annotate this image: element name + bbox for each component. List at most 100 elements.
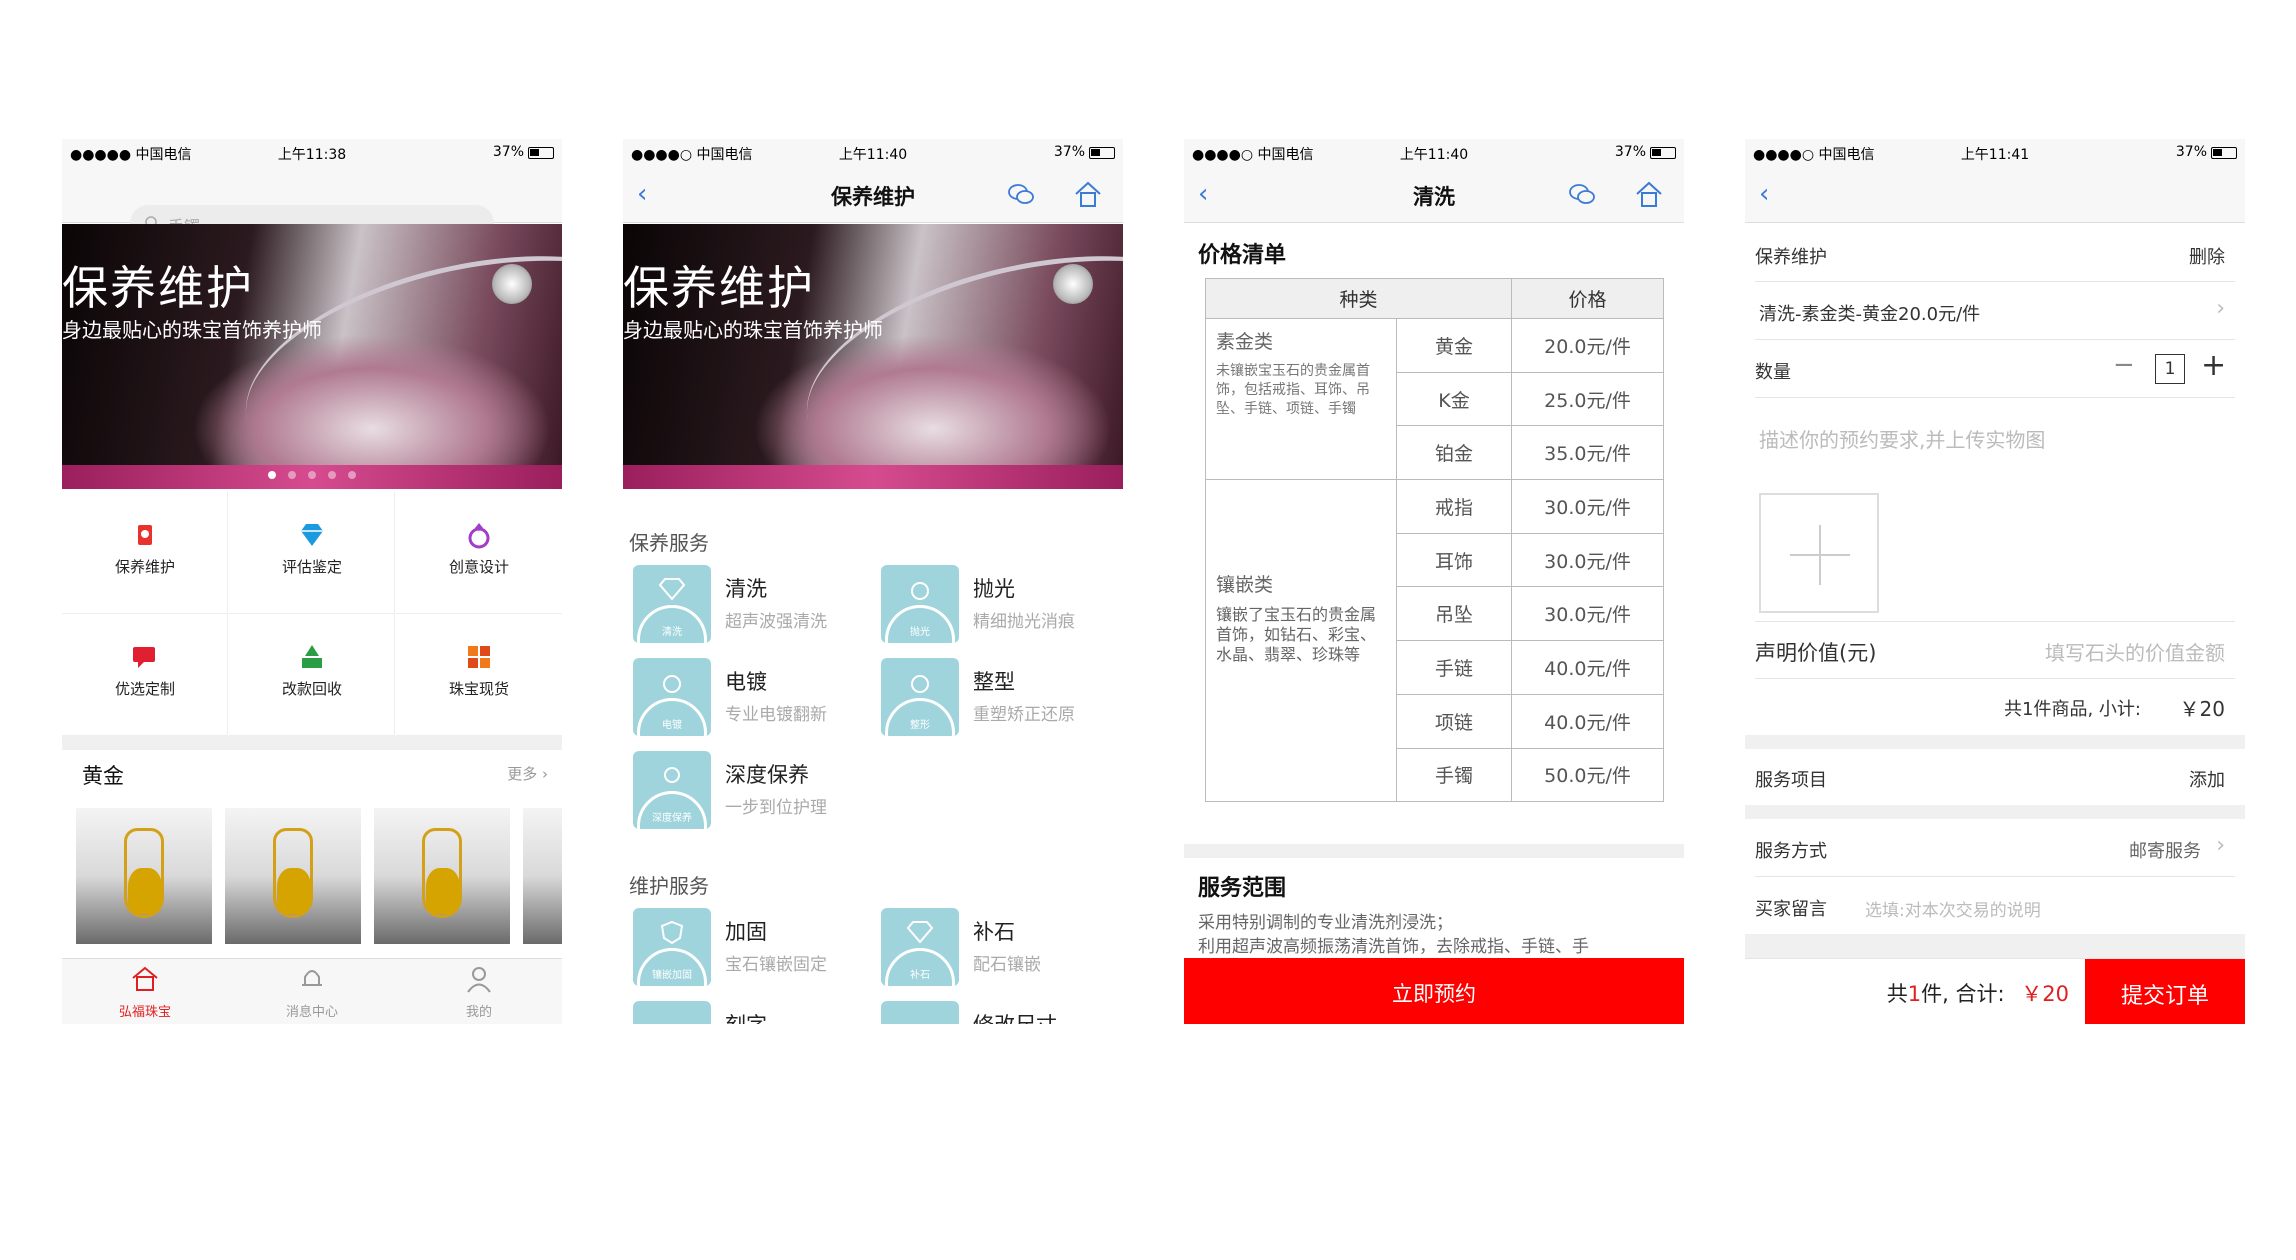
subtotal-row: 共1件商品, 小计: ￥20	[1755, 679, 2235, 735]
quantity-value[interactable]: 1	[2155, 354, 2185, 384]
service-reshape[interactable]: 整形 整型 重塑矫正还原	[873, 658, 1113, 740]
category-cell: 镶嵌类 镶嵌了宝玉石的贵金属首饰，如钻石、彩宝、水晶、翡翠、珍珠等	[1205, 479, 1397, 803]
service-plating[interactable]: 电镀 电镀 专业电镀翻新	[625, 658, 865, 740]
service-polish[interactable]: 抛光 抛光 精细抛光消痕	[873, 565, 1113, 647]
price-cell: 25.0元/件	[1511, 371, 1664, 427]
banner-title: 保养维护	[623, 261, 815, 315]
grid-item-design[interactable]: 创意设计	[396, 492, 562, 614]
grid-item-custom[interactable]: 优选定制	[62, 614, 228, 736]
battery-label: 37%	[1053, 144, 1085, 160]
tab-profile[interactable]: 我的	[396, 965, 562, 1020]
tab-label: 我的	[465, 1005, 492, 1020]
blocks-icon	[468, 646, 490, 668]
scope-line: 利用超声波高频振荡清洗首饰，去除戒指、手链、手	[1198, 937, 1589, 957]
book-now-button[interactable]: 立即预约	[1184, 958, 1684, 1024]
price-cell: 30.0元/件	[1511, 479, 1664, 534]
grid-item-appraisal[interactable]: 评估鉴定	[229, 492, 395, 614]
tab-messages[interactable]: 消息中心	[229, 965, 395, 1020]
total-suffix: 件, 合计:	[1921, 982, 2005, 1006]
service-reinforce[interactable]: 镶嵌加固 加固 宝石镶嵌固定	[625, 908, 865, 990]
service-method-value: 邮寄服务	[2129, 841, 2201, 862]
service-badge: 抛光	[910, 627, 930, 638]
product-thumb[interactable]	[76, 808, 212, 944]
scope-line: 采用特别调制的专业清洗剂浸洗；	[1198, 913, 1453, 933]
service-name: 清洗	[725, 577, 767, 601]
add-button[interactable]: 添加	[2189, 766, 2225, 792]
more-link[interactable]: 更多 ›	[507, 763, 548, 784]
home-icon[interactable]	[1634, 179, 1664, 209]
service-resize[interactable]: 修改尺寸	[873, 1001, 1113, 1024]
service-method-row[interactable]: 服务方式 邮寄服务 ›	[1755, 819, 2235, 877]
minus-icon[interactable]: −	[2113, 350, 2135, 380]
grid-item-stock[interactable]: 珠宝现货	[396, 614, 562, 736]
submit-order-button[interactable]: 提交订单	[2085, 959, 2245, 1024]
banner[interactable]: 保养维护 身边最贴心的珠宝首饰养护师	[623, 224, 1123, 489]
section-title: 黄金	[82, 764, 124, 788]
ring-icon	[911, 675, 929, 693]
service-item-row[interactable]: 清洗-素金类-黄金20.0元/件 ›	[1755, 282, 2235, 340]
page-title: 清洗	[1413, 185, 1455, 209]
search-bar-area: 手镯	[62, 167, 562, 241]
service-thumb	[633, 1001, 711, 1024]
quantity-label: 数量	[1755, 362, 1791, 383]
nav-bar: ‹ 保养维护	[623, 167, 1123, 223]
status-bar: ●●●●○ 中国电信 上午11:40 37%	[1184, 139, 1684, 167]
carousel-dots[interactable]	[62, 464, 562, 483]
description-input[interactable]: 描述你的预约要求,并上传实物图	[1759, 424, 2045, 453]
service-name: 补石	[973, 920, 1015, 944]
service-items-label: 服务项目	[1755, 770, 1827, 791]
plus-icon[interactable]: +	[2201, 348, 2226, 383]
item-cell: 耳饰	[1396, 532, 1512, 588]
total-summary: 共1件, 合计: ￥20	[1887, 978, 2069, 1008]
grid-item-recycle[interactable]: 改款回收	[229, 614, 395, 736]
service-engrave[interactable]: 刻字	[625, 1001, 865, 1024]
service-name: 整型	[973, 670, 1015, 694]
diamond-icon	[906, 921, 934, 944]
tab-home[interactable]: 弘福珠宝	[62, 965, 228, 1020]
service-thumb: 镶嵌加固	[633, 908, 711, 986]
banner[interactable]: 保养维护 身边最贴心的珠宝首饰养护师	[62, 224, 562, 489]
grid-label: 创意设计	[448, 558, 509, 576]
price-cell: 40.0元/件	[1511, 693, 1664, 749]
category-name: 素金类	[1216, 331, 1274, 353]
service-badge: 补石	[910, 970, 930, 981]
delete-button[interactable]: 删除	[2189, 243, 2225, 269]
table-row: 镶嵌类 镶嵌了宝玉石的贵金属首饰，如钻石、彩宝、水晶、翡翠、珍珠等 戒指 30.…	[1205, 479, 1664, 803]
service-stone[interactable]: 补石 补石 配石镶嵌	[873, 908, 1113, 990]
scope-text: 采用特别调制的专业清洗剂浸洗； 利用超声波高频振荡清洗首饰，去除戒指、手链、手	[1198, 911, 1678, 959]
service-name: 深度保养	[725, 763, 809, 787]
battery-icon	[1650, 147, 1676, 159]
product-thumb[interactable]	[225, 808, 361, 944]
item-cell: 戒指	[1396, 479, 1512, 534]
service-name: 电镀	[725, 670, 767, 694]
grid-label: 珠宝现货	[448, 680, 509, 698]
phone-heart-icon	[138, 525, 152, 545]
service-badge: 清洗	[662, 627, 682, 638]
wechat-icon[interactable]	[1007, 181, 1035, 207]
item-cell: 项链	[1396, 693, 1512, 749]
grid-label: 保养维护	[114, 558, 175, 576]
buyer-message-input[interactable]: 选填:对本次交易的说明	[1865, 896, 2041, 921]
product-thumb[interactable]	[523, 808, 562, 944]
back-icon[interactable]: ‹	[1759, 179, 1769, 209]
nav-bar: ‹ 清洗	[1184, 167, 1684, 223]
service-thumb: 电镀	[633, 658, 711, 736]
wechat-icon[interactable]	[1568, 181, 1596, 207]
add-image-button[interactable]	[1759, 493, 1879, 613]
declared-input[interactable]: 填写石头的价值金额	[2045, 637, 2225, 666]
service-clean[interactable]: 清洗 清洗 超声波强清洗	[625, 565, 865, 647]
service-desc: 精细抛光消痕	[973, 612, 1075, 632]
service-name: 加固	[725, 920, 767, 944]
tab-label: 弘福珠宝	[118, 1005, 171, 1020]
home-icon[interactable]	[1073, 179, 1103, 209]
product-thumb[interactable]	[374, 808, 510, 944]
status-bar: ●●●●○ 中国电信 上午11:40 37%	[623, 139, 1123, 167]
service-deep-care[interactable]: 深度保养 深度保养 一步到位护理	[625, 751, 865, 833]
grid-item-maintenance[interactable]: 保养维护	[62, 492, 228, 614]
chevron-right-icon: ›	[2216, 833, 2225, 858]
item-cell: K金	[1396, 371, 1512, 427]
total-count: 1	[1907, 982, 1922, 1006]
subtotal-label: 共1件商品, 小计:	[2004, 699, 2141, 720]
col-type: 种类	[1205, 278, 1512, 319]
price-cell: 35.0元/件	[1511, 425, 1664, 481]
